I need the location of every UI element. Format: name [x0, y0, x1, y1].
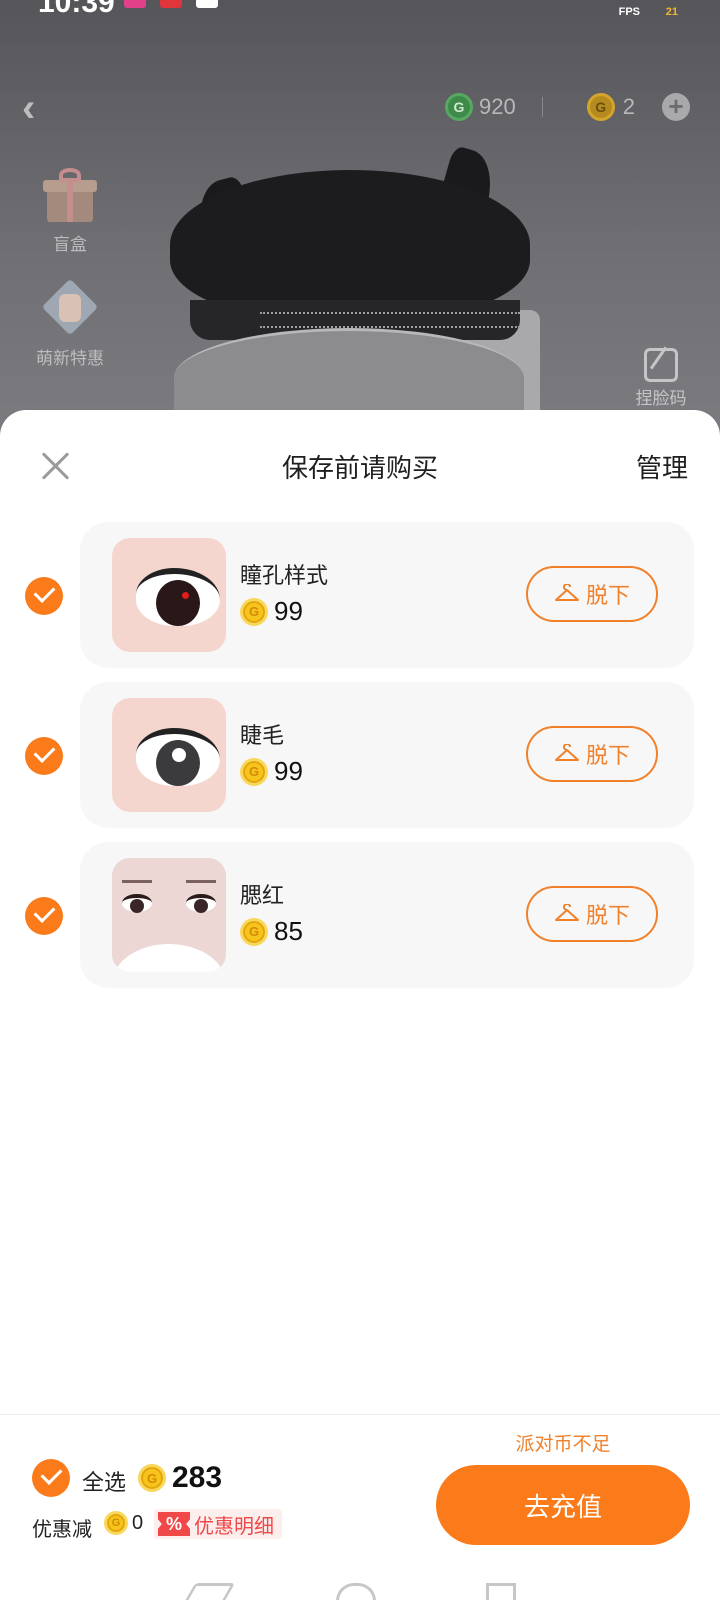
- list-item: 睫毛 G 99 脱下: [0, 682, 720, 828]
- remove-button[interactable]: 脱下: [526, 726, 658, 782]
- remove-button[interactable]: 脱下: [526, 886, 658, 942]
- status-bar: 10:39 FPS 21: [0, 0, 720, 20]
- scan-code-icon: [644, 348, 678, 382]
- insufficient-coins-notice: 派对币不足: [515, 1434, 611, 1455]
- recharge-button[interactable]: 去充值: [436, 1465, 690, 1545]
- item-price: G 99: [240, 596, 303, 627]
- fps-value: 21: [665, 6, 678, 18]
- blush-thumbnail: [112, 858, 226, 972]
- side-item-label: 盲盒: [53, 235, 87, 254]
- fps-label: FPS: [618, 6, 640, 18]
- notification-icon: [196, 0, 218, 8]
- remove-label: 脱下: [585, 583, 630, 608]
- item-name: 瞳孔样式: [240, 563, 329, 588]
- remove-label: 脱下: [585, 743, 630, 768]
- item-checkbox[interactable]: [25, 737, 63, 775]
- sheet-title: 保存前请购买: [281, 453, 438, 483]
- scan-code-label: 捏脸码: [635, 389, 687, 408]
- checkout-footer: 全选 G 283 优惠减 G 0 % 优惠明细 派对币不足 去充值: [0, 1414, 720, 1600]
- pupil-style-thumbnail: [112, 538, 226, 652]
- green-coin-amount: 920: [479, 94, 516, 119]
- chevron-left-icon: ‹: [22, 86, 36, 130]
- item-checkbox[interactable]: [25, 577, 63, 615]
- add-currency-button[interactable]: +: [662, 93, 690, 121]
- green-coin-icon: G: [445, 93, 473, 121]
- gold-coin-icon: G: [240, 757, 268, 786]
- remove-button[interactable]: 脱下: [526, 566, 658, 622]
- total-price: G 283: [138, 1461, 222, 1495]
- notification-icon: [160, 0, 182, 8]
- select-all-label[interactable]: 全选: [82, 1465, 126, 1497]
- total-value: 283: [172, 1461, 223, 1494]
- item-name: 腮红: [240, 883, 285, 908]
- currency-divider: [541, 97, 543, 117]
- hanger-icon: [554, 744, 579, 761]
- price-value: 99: [274, 756, 303, 786]
- avatar-hat-preview: [170, 144, 540, 440]
- discount-detail-button[interactable]: % 优惠明细: [154, 1509, 282, 1539]
- remove-label: 脱下: [585, 903, 630, 928]
- select-all-checkbox[interactable]: [32, 1459, 70, 1497]
- manage-button[interactable]: 管理: [636, 448, 688, 485]
- list-item: 腮红 G 85 脱下: [0, 842, 720, 988]
- gold-coin-icon: G: [240, 597, 268, 626]
- side-item-newbie-deal[interactable]: 萌新特惠: [28, 274, 112, 369]
- discount-amount: G 0: [104, 1511, 143, 1535]
- gold-coin-icon: G: [138, 1464, 166, 1492]
- price-value: 99: [274, 596, 303, 626]
- item-checkbox[interactable]: [25, 897, 63, 935]
- item-price: G 85: [240, 916, 303, 947]
- side-item-label: 萌新特惠: [36, 349, 104, 368]
- item-price: G 99: [240, 756, 303, 787]
- side-item-blind-box[interactable]: 盲盒: [28, 166, 112, 255]
- list-item: 瞳孔样式 G 99 脱下: [0, 522, 720, 668]
- currency-bar: G 920 G 2: [445, 90, 635, 124]
- plus-icon: +: [668, 91, 684, 121]
- discount-value: 0: [132, 1511, 144, 1534]
- status-time: 10:39: [38, 0, 115, 19]
- hanger-icon: [554, 904, 579, 921]
- scan-code-button[interactable]: 捏脸码: [626, 348, 696, 409]
- gift-box-icon: [41, 166, 99, 224]
- bundle-icon: [37, 274, 103, 340]
- discount-detail-label: 优惠明细: [194, 1515, 274, 1538]
- eyelash-thumbnail: [112, 698, 226, 812]
- discount-label: 优惠减: [32, 1519, 92, 1541]
- back-button[interactable]: ‹: [22, 88, 58, 128]
- notification-icon: [124, 0, 146, 8]
- gold-coin-amount: 2: [622, 94, 635, 119]
- nav-recent-hint: [486, 1583, 516, 1600]
- gold-coin-icon: G: [104, 1511, 128, 1535]
- avatar-scene: 10:39 FPS 21 ‹ G 920 G 2 + 盲盒 萌新特惠 捏脸码: [0, 0, 720, 440]
- item-card: 瞳孔样式 G 99 脱下: [80, 522, 694, 668]
- hanger-icon: [554, 584, 579, 601]
- percent-coupon-icon: %: [158, 1512, 190, 1536]
- item-card: 睫毛 G 99 脱下: [80, 682, 694, 828]
- gold-coin-icon: G: [586, 93, 615, 121]
- nav-back-hint: [184, 1583, 236, 1600]
- gold-coin-icon: G: [240, 917, 268, 946]
- price-value: 85: [274, 916, 303, 946]
- item-card: 腮红 G 85 脱下: [80, 842, 694, 988]
- item-name: 睫毛: [240, 723, 285, 748]
- nav-home-hint: [336, 1583, 376, 1600]
